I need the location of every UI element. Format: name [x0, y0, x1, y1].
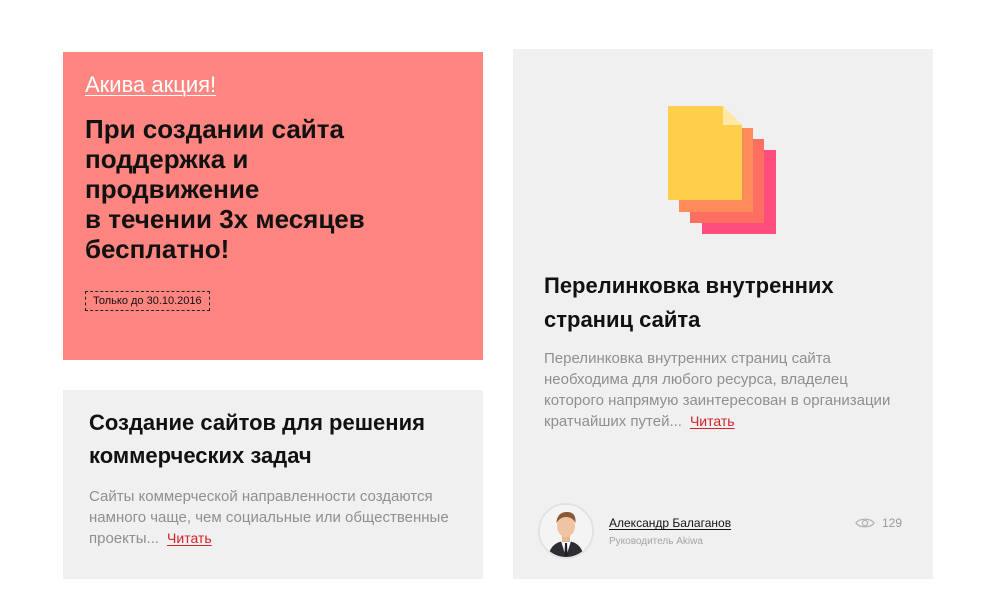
article-title-line: Создание сайтов для решения: [89, 410, 425, 435]
promo-link[interactable]: Акива акция!: [85, 72, 216, 98]
avatar[interactable]: [538, 503, 594, 559]
promo-card: Акива акция! При создании сайта поддержк…: [63, 52, 483, 360]
views-count: 129: [881, 516, 902, 530]
article-title-line: страниц сайта: [544, 307, 701, 332]
promo-title-line: в течении 3х месяцев: [85, 204, 365, 234]
article-title[interactable]: Перелинковка внутренних страниц сайта: [544, 269, 884, 337]
article-excerpt: Сайты коммерческой направленности создаю…: [89, 486, 457, 549]
author-block: Александр Балаганов Руководитель Akiwa 1…: [538, 503, 908, 561]
article-excerpt: Перелинковка внутренних страниц сайта не…: [544, 348, 894, 432]
article-title-line: Перелинковка внутренних: [544, 273, 834, 298]
article-title[interactable]: Создание сайтов для решения коммерческих…: [89, 406, 457, 472]
eye-icon: [855, 518, 875, 528]
promo-title-line: поддержка и: [85, 144, 249, 174]
read-more-link[interactable]: Читать: [690, 413, 735, 429]
documents-stack-icon: [668, 106, 776, 234]
author-name-link[interactable]: Александр Балаганов: [609, 516, 731, 530]
author-role: Руководитель Akiwa: [609, 536, 703, 547]
read-more-link[interactable]: Читать: [167, 530, 212, 546]
promo-title: При создании сайта поддержка и продвижен…: [85, 114, 465, 264]
article-title-line: коммерческих задач: [89, 443, 312, 468]
promo-title-line: продвижение: [85, 174, 260, 204]
article-card-websites[interactable]: Создание сайтов для решения коммерческих…: [63, 390, 483, 579]
promo-title-line: бесплатно!: [85, 234, 230, 264]
promo-deadline-badge: Только до 30.10.2016: [85, 291, 210, 311]
article-card-linking[interactable]: Перелинковка внутренних страниц сайта Пе…: [513, 49, 933, 579]
promo-title-line: При создании сайта: [85, 114, 344, 144]
article-excerpt-text: Сайты коммерческой направленности создаю…: [89, 488, 449, 547]
views-counter: 129: [855, 516, 902, 530]
avatar-person-icon: [540, 505, 592, 557]
